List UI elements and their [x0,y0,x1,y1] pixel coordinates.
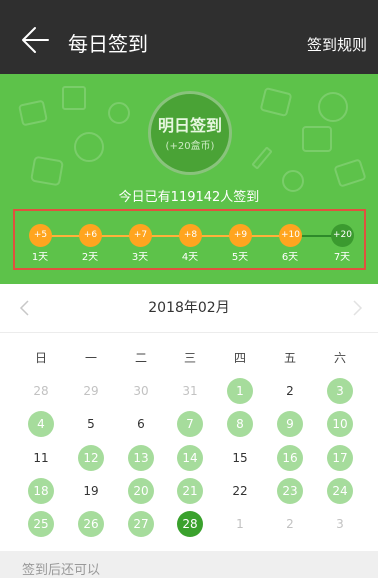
month-navigation: 2018年02月 [0,284,378,332]
calendar-day[interactable]: 7 [177,411,203,437]
streak-bonus-badge: +6 [79,224,102,247]
calendar-day[interactable]: 17 [327,445,353,471]
streak-bonus-badge: +5 [29,224,52,247]
sign-in-button[interactable]: 明日签到 (+20盒币) [148,91,232,175]
calendar-day[interactable]: 14 [177,445,203,471]
weekday-label: 日 [34,351,47,365]
calendar-day[interactable]: 31 [177,378,203,404]
calendar-day[interactable]: 2 [277,378,303,404]
streak-bonus-badge: +7 [129,224,152,247]
checkin-rules-link[interactable]: 签到规则 [307,35,367,55]
decor-shape [302,126,332,152]
calendar-day[interactable]: 27 [128,511,154,537]
decor-shape [29,155,65,187]
calendar-day[interactable]: 25 [28,511,54,537]
footer-hint-text: 签到后还可以 [22,563,101,578]
calendar-day[interactable]: 5 [78,411,104,437]
calendar-day[interactable]: 12 [78,445,104,471]
weekday-label: 二 [134,351,147,365]
streak-bonus-badge: +8 [179,224,202,247]
calendar-day[interactable]: 4 [28,411,54,437]
checkin-banner: 明日签到 (+20盒币) 今日已有119142人签到 +5 +6 +7 +8 +… [0,74,378,284]
calendar-day[interactable]: 22 [227,478,253,504]
streak-day-label: 7天 [333,252,351,263]
calendar-day[interactable]: 1 [227,511,253,537]
calendar-day[interactable]: 3 [327,511,353,537]
weekday-label: 五 [283,351,296,365]
weekday-label: 一 [84,351,97,365]
calendar-day[interactable]: 10 [327,411,353,437]
calendar-day-today[interactable]: 28 [177,511,203,537]
decor-shape [333,158,367,188]
streak-bonus-badge-final: +20 [331,224,354,247]
top-bar: 每日签到 签到规则 [0,0,378,74]
streak-day-label: 3天 [131,252,149,263]
weekday-label: 六 [333,351,346,365]
weekday-label: 四 [233,351,246,365]
decor-shape [251,146,273,170]
calendar-day[interactable]: 15 [227,445,253,471]
streak-day-label: 1天 [31,252,49,263]
calendar-day[interactable]: 3 [327,378,353,404]
back-arrow-icon[interactable] [20,26,50,54]
decor-shape [318,92,348,122]
streak-day-label: 2天 [81,252,99,263]
calendar-day[interactable]: 8 [227,411,253,437]
footer-section: 签到后还可以 [0,551,378,578]
calendar-day[interactable]: 13 [128,445,154,471]
calendar-day[interactable]: 1 [227,378,253,404]
calendar-day[interactable]: 29 [78,378,104,404]
decor-shape [259,86,293,118]
calendar-day[interactable]: 16 [277,445,303,471]
calendar-day[interactable]: 24 [327,478,353,504]
streak-bonus-badge: +9 [229,224,252,247]
calendar-day[interactable]: 6 [128,411,154,437]
decor-shape [62,86,86,110]
streak-reward-row: +5 +6 +7 +8 +9 +10 +20 1天 2天 3天 4天 5天 6天… [13,209,366,270]
calendar-day[interactable]: 11 [28,445,54,471]
calendar-day[interactable]: 2 [277,511,303,537]
page-title: 每日签到 [68,32,148,56]
streak-bonus-badge: +10 [279,224,302,247]
streak-day-label: 6天 [281,252,299,263]
streak-day-label: 4天 [181,252,199,263]
calendar-day[interactable]: 23 [277,478,303,504]
decor-shape [17,99,49,127]
calendar-day[interactable]: 21 [177,478,203,504]
calendar-day[interactable]: 20 [128,478,154,504]
calendar-day[interactable]: 30 [128,378,154,404]
divider [0,332,378,333]
streak-day-label: 5天 [231,252,249,263]
checkin-count-text: 今日已有119142人签到 [118,190,260,205]
calendar-day[interactable]: 28 [28,378,54,404]
calendar-day[interactable]: 19 [78,478,104,504]
calendar-day[interactable]: 9 [277,411,303,437]
calendar-day[interactable]: 18 [28,478,54,504]
sign-in-button-title: 明日签到 [157,116,222,135]
chevron-right-icon[interactable] [350,299,364,317]
decor-shape [74,132,104,162]
decor-shape [108,102,130,124]
sign-in-button-reward: (+20盒币) [165,141,215,152]
weekday-label: 三 [183,351,196,365]
current-month-label: 2018年02月 [148,300,230,316]
calendar-day[interactable]: 26 [78,511,104,537]
